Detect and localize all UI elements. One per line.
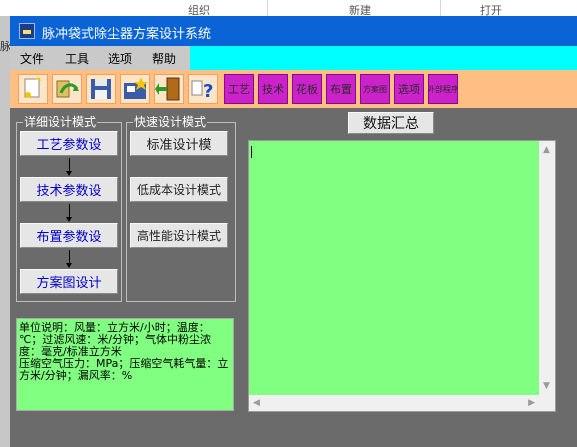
svg-text:?: ? [203,81,213,102]
scroll-up-icon[interactable]: ▲ [543,145,550,155]
menu-group: 文件 工具 选项 帮助 [10,46,190,70]
window-title: 脉冲袋式除尘器方案设计系统 [42,27,212,42]
menu-bar: 文件 工具 选项 帮助 [10,46,577,70]
scroll-corner [539,395,555,411]
exit-icon[interactable] [154,74,184,104]
help-icon[interactable]: ? [188,74,218,104]
low-cost-design-button[interactable]: 低成本设计模式 [130,177,228,202]
layout-params-button[interactable]: 布置参数设 [20,223,118,248]
toolbar-options-button[interactable]: 选项 [394,74,424,104]
scroll-left-icon[interactable]: ◀ [253,398,260,408]
flow-arrow [66,250,72,268]
flow-arrow [66,204,72,222]
quick-design-group: 快速设计模式 标准设计模 低成本设计模式 高性能设计模式 [126,115,236,302]
background-left-edge: 脉 [0,16,11,447]
scroll-right-icon[interactable]: ▶ [528,398,535,408]
app-icon [19,23,35,39]
tech-params-button[interactable]: 技术参数设 [20,177,118,202]
toolbar-external-button[interactable]: 外部程序 [428,74,458,104]
vertical-scrollbar[interactable]: ▲ ▼ [539,141,555,395]
divider [440,0,441,16]
add-icon[interactable] [120,74,150,104]
text-caret [251,146,252,158]
flow-arrow [66,158,72,176]
units-note-line: 压缩空气压力：MPa；压缩空气耗气量：立方米/分钟；漏风率：% [19,357,229,382]
process-params-button[interactable]: 工艺参数设 [20,131,118,156]
units-note-line: 单位说明：风量：立方米/小时；温度：℃；过滤风速：米/分钟；气体中粉尘浓度：毫克… [19,321,212,358]
save-icon[interactable] [86,74,116,104]
menu-file[interactable]: 文件 [20,50,44,67]
detail-design-title: 详细设计模式 [23,115,98,129]
toolbar-plate-button[interactable]: 花板 [292,74,322,104]
divider [267,0,268,16]
background-window-strip: 组织 新建 打开 [0,0,577,17]
toolbar-scheme-button[interactable]: 方案图 [360,74,390,104]
toolbar-technical-button[interactable]: 技术 [258,74,288,104]
scroll-down-icon[interactable]: ▼ [543,381,550,391]
quick-design-title: 快速设计模式 [133,115,208,129]
open-icon[interactable] [52,74,82,104]
menu-options[interactable]: 选项 [108,50,132,67]
units-note: 单位说明：风量：立方米/小时；温度：℃；过滤风速：米/分钟；气体中粉尘浓度：毫克… [16,318,234,411]
summary-text-area[interactable]: ▲ ▼ ◀ ▶ [248,140,556,412]
horizontal-scrollbar[interactable]: ◀ ▶ [249,395,539,411]
new-icon[interactable] [18,74,48,104]
menu-help[interactable]: 帮助 [152,50,176,67]
title-bar: 脉冲袋式除尘器方案设计系统 [10,16,577,46]
toolbar-layout-button[interactable]: 布置 [326,74,356,104]
scheme-drawing-button[interactable]: 方案图设计 [20,269,118,294]
menu-tools[interactable]: 工具 [65,50,89,67]
standard-design-button[interactable]: 标准设计模 [130,131,228,156]
data-summary-button[interactable]: 数据汇总 [348,112,434,134]
detail-design-group: 详细设计模式 工艺参数设 技术参数设 布置参数设 方案图设计 [16,115,122,302]
high-performance-design-button[interactable]: 高性能设计模式 [130,223,228,248]
toolbar-process-button[interactable]: 工艺 [224,74,254,104]
app-window: 脉冲袋式除尘器方案设计系统 文件 工具 选项 帮助 ? 工艺 技术 花板 布置 … [10,16,577,447]
toolbar: ? 工艺 技术 花板 布置 方案图 选项 外部程序 [10,70,577,108]
